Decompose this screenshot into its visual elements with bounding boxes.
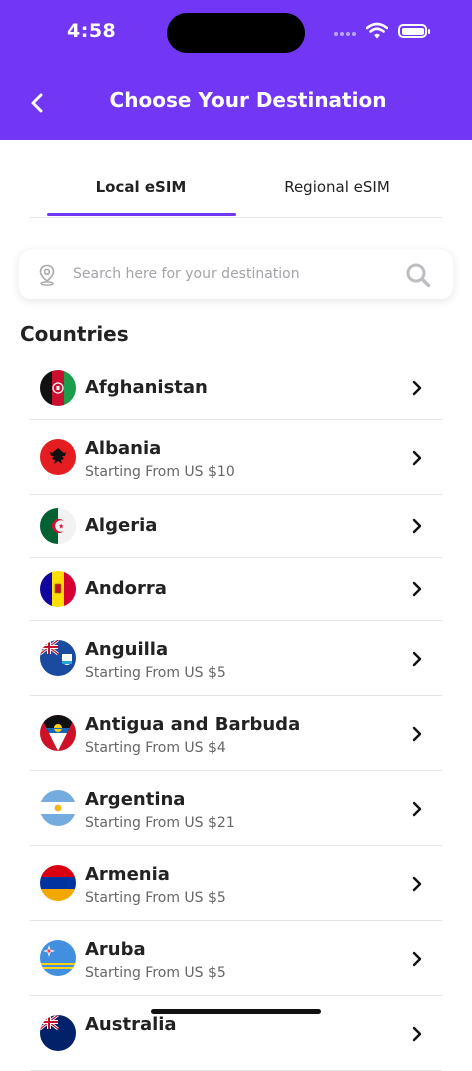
aruba-flag-icon (40, 940, 76, 976)
country-row-albania[interactable]: Albania Starting From US $10 (30, 420, 442, 495)
location-pin-icon (39, 264, 55, 286)
chevron-right-icon (412, 380, 422, 396)
country-name: Antigua and Barbuda (85, 714, 301, 735)
country-name: Andorra (85, 578, 167, 599)
status-time: 4:58 (67, 20, 117, 42)
chevron-right-icon (412, 1026, 422, 1042)
country-name: Aruba (85, 939, 146, 960)
australia-flag-icon (40, 1015, 76, 1051)
country-row-aruba[interactable]: Aruba Starting From US $5 (30, 921, 442, 996)
chevron-right-icon (412, 651, 422, 667)
chevron-right-icon (412, 450, 422, 466)
dynamic-island (167, 13, 305, 53)
country-name: Australia (85, 1014, 177, 1035)
search-icon[interactable] (405, 262, 431, 288)
country-name: Afghanistan (85, 377, 208, 398)
page-title: Choose Your Destination (109, 88, 387, 112)
active-tab-indicator (47, 213, 236, 216)
section-title-countries: Countries (20, 322, 129, 346)
signal-icon (334, 32, 356, 36)
armenia-flag-icon (40, 865, 76, 901)
chevron-right-icon (412, 801, 422, 817)
country-row-algeria[interactable]: Algeria (30, 495, 442, 558)
chevron-right-icon (412, 726, 422, 742)
chevron-right-icon (412, 518, 422, 534)
country-row-australia[interactable]: Australia (30, 996, 442, 1071)
country-price: Starting From US $4 (85, 740, 226, 756)
tab-local-esim[interactable]: Local eSIM (46, 178, 236, 196)
country-name: Armenia (85, 864, 170, 885)
search-bar (19, 250, 453, 299)
country-name: Anguilla (85, 639, 169, 660)
chevron-right-icon (412, 951, 422, 967)
country-row-anguilla[interactable]: Anguilla Starting From US $5 (30, 621, 442, 696)
country-row-andorra[interactable]: Andorra (30, 558, 442, 621)
status-icons (334, 22, 434, 44)
country-row-argentina[interactable]: Argentina Starting From US $21 (30, 771, 442, 846)
chevron-right-icon (412, 876, 422, 892)
country-name: Albania (85, 438, 162, 459)
tab-divider (30, 217, 442, 218)
anguilla-flag-icon (40, 640, 76, 676)
country-name: Argentina (85, 789, 186, 810)
country-row-armenia[interactable]: Armenia Starting From US $5 (30, 846, 442, 921)
country-price: Starting From US $5 (85, 965, 226, 981)
chevron-right-icon (412, 581, 422, 597)
country-row-antigua-and-barbuda[interactable]: Antigua and Barbuda Starting From US $4 (30, 696, 442, 771)
country-price: Starting From US $21 (85, 815, 235, 831)
wifi-icon (366, 22, 388, 39)
chevron-left-icon (31, 93, 43, 113)
antigua-and-barbuda-flag-icon (40, 715, 76, 751)
country-row-afghanistan[interactable]: Afghanistan (30, 357, 442, 420)
tab-regional-esim[interactable]: Regional eSIM (242, 178, 432, 196)
country-list: Afghanistan Albania Starting From US $10… (30, 357, 442, 1071)
back-button[interactable] (24, 88, 50, 118)
battery-icon (398, 24, 427, 38)
country-price: Starting From US $10 (85, 464, 235, 480)
country-name: Algeria (85, 515, 158, 536)
albania-flag-icon (40, 439, 76, 475)
tab-bar: Local eSIM Regional eSIM (0, 170, 472, 218)
argentina-flag-icon (40, 790, 76, 826)
andorra-flag-icon (40, 571, 76, 607)
afghanistan-flag-icon (40, 370, 76, 406)
home-indicator[interactable] (151, 1009, 321, 1014)
country-price: Starting From US $5 (85, 665, 226, 681)
country-price: Starting From US $5 (85, 890, 226, 906)
algeria-flag-icon (40, 508, 76, 544)
search-input[interactable] (73, 260, 393, 288)
header-bar: 4:58 Choose Your Destination (0, 0, 472, 140)
